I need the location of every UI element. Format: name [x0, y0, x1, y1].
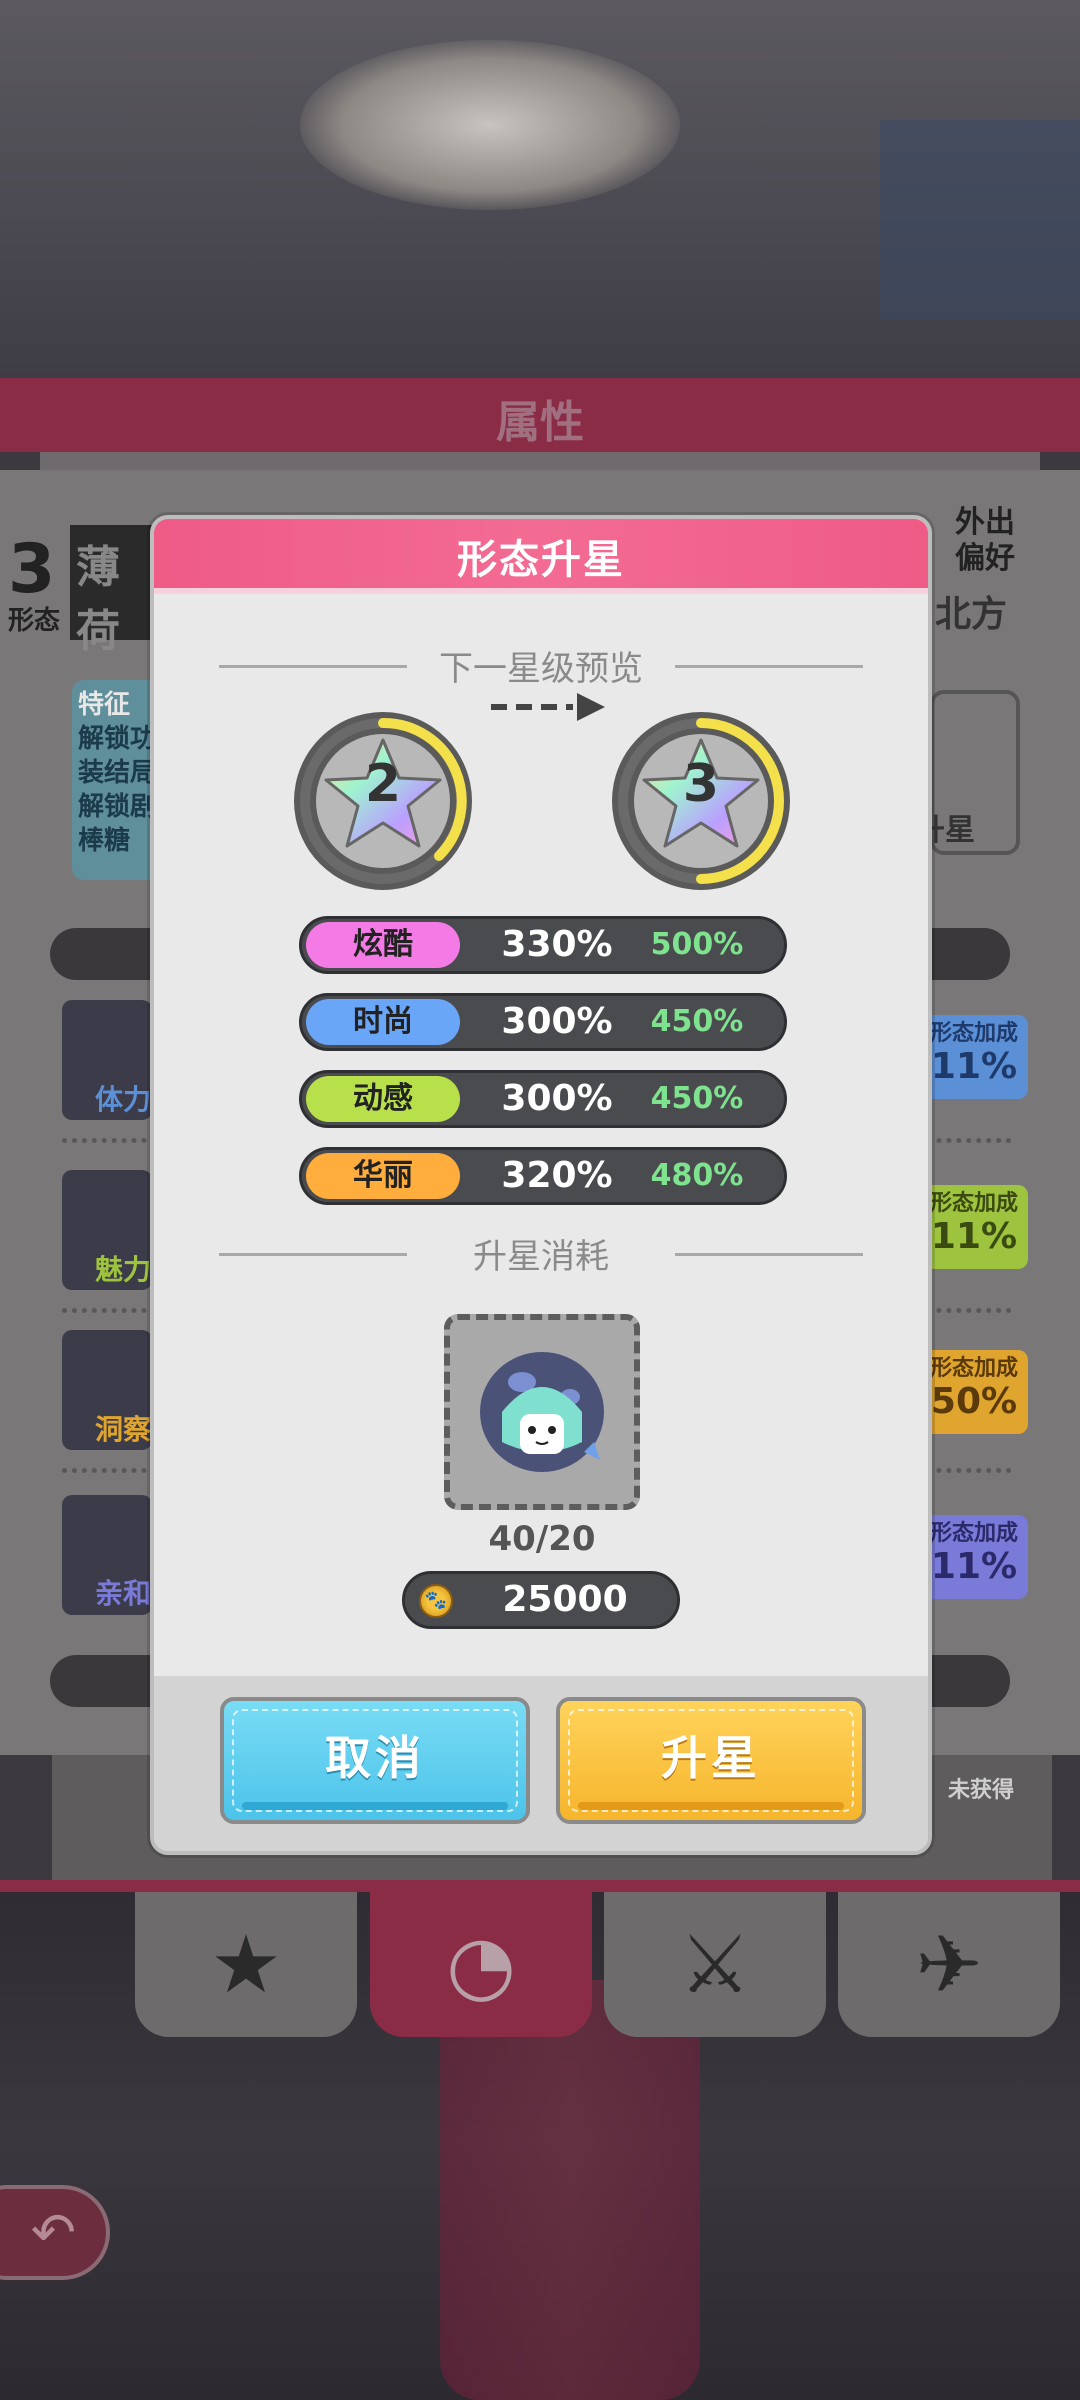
section-line	[219, 1253, 407, 1256]
stat-row-cool: 炫酷 330% 500%	[299, 916, 787, 974]
not-obtained-label: 未获得	[948, 1778, 1015, 1803]
stat-label: 体力	[95, 1083, 152, 1116]
section-line	[219, 665, 407, 668]
stat-next: 480%	[650, 1158, 744, 1193]
stat-next: 500%	[650, 927, 744, 962]
stat-tag: 华丽	[306, 1153, 460, 1199]
stat-bonus: 形态加成 11%	[920, 1515, 1028, 1599]
nav-star-plus-button[interactable]: ★	[135, 1892, 357, 2037]
nav-interact-button[interactable]: ⚔	[604, 1892, 826, 2037]
feature-line: 解锁剧	[78, 792, 157, 822]
outing-pref-label: 外出偏好	[955, 505, 1015, 576]
form-number: 3	[8, 530, 56, 609]
stat-current: 300%	[501, 1001, 613, 1042]
feature-line: 解锁功	[78, 724, 157, 754]
next-star-number: 3	[682, 754, 720, 814]
current-star-badge: 2	[294, 712, 472, 890]
character-name: 薄荷	[76, 542, 120, 657]
nav-outing-button[interactable]: ✈	[838, 1892, 1060, 2037]
section-line	[675, 1253, 863, 1256]
stat-next: 450%	[650, 1081, 744, 1116]
bonus-value: 11%	[930, 1546, 1018, 1587]
bonus-label: 形态加成	[929, 1021, 1018, 1046]
fight-icon: ⚔	[679, 1918, 751, 2011]
stat-current: 300%	[501, 1078, 613, 1119]
bonus-value: 50%	[930, 1381, 1018, 1422]
coin-icon: 🐾	[419, 1584, 453, 1618]
back-arrow-icon: ↶	[30, 2201, 76, 2264]
back-button[interactable]: ↶	[0, 2185, 110, 2280]
star-plus-icon: ★	[210, 1918, 282, 2011]
section-line	[675, 665, 863, 668]
upgrade-confirm-button[interactable]: 升星	[556, 1697, 866, 1824]
cancel-button[interactable]: 取消	[220, 1697, 530, 1824]
arrow-right-icon	[491, 693, 605, 721]
dialog-title: 形态升星	[457, 537, 625, 583]
stat-tag: 炫酷	[306, 922, 460, 968]
nav-top-border	[0, 1880, 1080, 1892]
bonus-label: 形态加成	[929, 1356, 1018, 1381]
stat-label: 洞察	[95, 1413, 152, 1446]
donut-icon: ◔	[446, 1918, 516, 2011]
feature-line: 装结局	[78, 758, 157, 788]
preview-title: 下一星级预览	[439, 649, 643, 689]
stat-row-gorgeous: 华丽 320% 480%	[299, 1147, 787, 1205]
stat-current: 320%	[501, 1155, 613, 1196]
material-item-slot[interactable]	[444, 1314, 640, 1510]
background-window	[880, 120, 1080, 320]
outing-pref-value: 北方	[935, 594, 1008, 635]
star-upgrade-dialog: 形态升星 下一星级预览 2 3 炫酷 330% 500% 时尚 300% 450…	[150, 515, 932, 1855]
stat-label: 亲和	[95, 1577, 152, 1610]
character-legs	[440, 1980, 700, 2400]
stat-row-dynamic: 动感 300% 450%	[299, 1070, 787, 1128]
nav-form-button[interactable]: ◔	[370, 1892, 592, 2037]
feature-line: 棒糖	[78, 826, 131, 856]
cost-title: 升星消耗	[473, 1237, 609, 1277]
coin-cost-bar: 🐾 25000	[402, 1571, 680, 1629]
feature-label: 特征	[78, 690, 131, 720]
stat-row-fashion: 时尚 300% 450%	[299, 993, 787, 1051]
attribute-divider	[40, 452, 1040, 472]
stat-tag: 时尚	[306, 999, 460, 1045]
stat-bonus: 形态加成 11%	[920, 1015, 1028, 1099]
bonus-label: 形态加成	[929, 1191, 1018, 1216]
stat-bonus: 形态加成 50%	[920, 1350, 1028, 1434]
form-label: 形态	[8, 606, 61, 636]
mint-character-icon	[480, 1352, 604, 1472]
airplane-icon: ✈	[915, 1918, 983, 2011]
current-star-number: 2	[364, 754, 402, 814]
background-lamp	[300, 40, 680, 210]
bonus-label: 形态加成	[929, 1521, 1018, 1546]
character-name-plate: 薄荷	[70, 525, 160, 657]
feature-box: 特征 解锁功 装结局 解锁剧 棒糖	[72, 680, 162, 880]
material-count: 40/20	[488, 1519, 596, 1559]
bonus-value: 11%	[930, 1216, 1018, 1257]
stat-label: 魅力	[95, 1253, 152, 1286]
bonus-value: 11%	[930, 1046, 1018, 1087]
coin-cost: 25000	[502, 1579, 628, 1620]
stat-current: 330%	[501, 924, 613, 965]
stat-next: 450%	[650, 1004, 744, 1039]
stat-bonus: 形态加成 11%	[920, 1185, 1028, 1269]
attribute-title: 属性	[496, 397, 584, 448]
next-star-badge: 3	[612, 712, 790, 890]
stat-tag: 动感	[306, 1076, 460, 1122]
